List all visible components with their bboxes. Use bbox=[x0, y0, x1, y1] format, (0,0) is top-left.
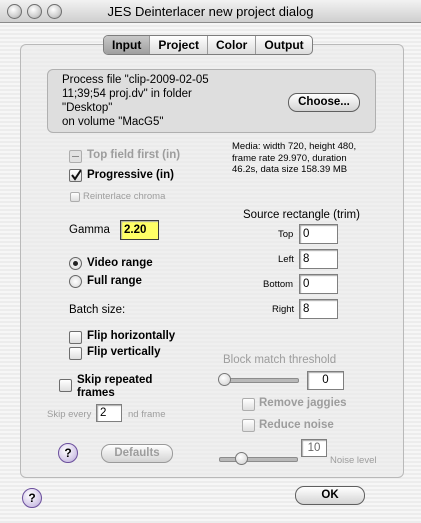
noise-level-label: Noise level bbox=[330, 455, 377, 466]
block-match-label: Block match threshold bbox=[223, 354, 337, 366]
noise-level-field[interactable]: 10 bbox=[301, 439, 327, 457]
video-range-radio[interactable] bbox=[69, 257, 82, 270]
block-match-slider[interactable] bbox=[220, 378, 299, 383]
help-icon[interactable]: ? bbox=[58, 443, 78, 463]
dialog-window: JES Deinterlacer new project dialog Inpu… bbox=[0, 0, 421, 523]
help-icon[interactable]: ? bbox=[22, 488, 42, 508]
skip-repeated-label: Skip repeated frames bbox=[77, 374, 153, 399]
tab-bar: Input Project Color Output bbox=[103, 35, 313, 55]
defaults-button[interactable]: Defaults bbox=[101, 444, 173, 463]
remove-jaggies-label: Remove jaggies bbox=[259, 397, 347, 409]
tab-project[interactable]: Project bbox=[150, 36, 209, 54]
skip-every-field[interactable]: 2 bbox=[96, 404, 122, 422]
skip-every-label: Skip every bbox=[47, 409, 92, 420]
flip-vertical-label: Flip vertically bbox=[87, 346, 161, 358]
tab-color[interactable]: Color bbox=[208, 36, 257, 54]
checkmark-icon bbox=[71, 170, 81, 181]
trim-bottom-label: Bottom bbox=[263, 279, 294, 290]
tab-output[interactable]: Output bbox=[256, 36, 311, 54]
full-range-radio[interactable] bbox=[69, 275, 82, 288]
trim-left-field[interactable]: 8 bbox=[299, 249, 338, 269]
progressive-label: Progressive (in) bbox=[87, 169, 174, 181]
progressive-checkbox[interactable] bbox=[69, 169, 82, 182]
reduce-noise-label: Reduce noise bbox=[259, 419, 334, 431]
top-field-first-checkbox[interactable] bbox=[69, 150, 82, 163]
gamma-label: Gamma bbox=[69, 224, 110, 236]
trim-right-field[interactable]: 8 bbox=[299, 299, 338, 319]
ok-button[interactable]: OK bbox=[295, 486, 365, 505]
block-match-thumb[interactable] bbox=[218, 373, 231, 386]
flip-horizontal-label: Flip horizontally bbox=[87, 330, 176, 342]
flip-vertical-checkbox[interactable] bbox=[69, 347, 82, 360]
trim-bottom-field[interactable]: 0 bbox=[299, 274, 338, 294]
file-description: Process file "clip-2009-02-05 11;39;54 p… bbox=[62, 74, 209, 128]
media-info: Media: width 720, height 480, frame rate… bbox=[232, 141, 357, 175]
title-bar: JES Deinterlacer new project dialog bbox=[0, 0, 421, 23]
noise-level-thumb[interactable] bbox=[235, 452, 248, 465]
source-rect-title: Source rectangle (trim) bbox=[243, 209, 360, 221]
block-match-field[interactable]: 0 bbox=[307, 371, 344, 390]
top-field-first-label: Top field first (in) bbox=[87, 149, 181, 161]
full-range-label: Full range bbox=[87, 275, 142, 287]
trim-right-label: Right bbox=[272, 304, 295, 315]
trim-top-label: Top bbox=[278, 229, 294, 240]
tab-input[interactable]: Input bbox=[104, 36, 151, 54]
reinterlace-label: Reinterlace chroma bbox=[83, 191, 166, 202]
gamma-field[interactable]: 2.20 bbox=[120, 220, 159, 240]
skip-every-suffix: nd frame bbox=[128, 409, 166, 420]
batch-size-label: Batch size: bbox=[69, 304, 126, 316]
video-range-label: Video range bbox=[87, 257, 153, 269]
trim-left-label: Left bbox=[278, 254, 294, 265]
remove-jaggies-checkbox[interactable] bbox=[242, 398, 255, 411]
trim-top-field[interactable]: 0 bbox=[299, 224, 338, 244]
skip-repeated-checkbox[interactable] bbox=[59, 379, 72, 392]
choose-button[interactable]: Choose... bbox=[288, 93, 360, 112]
window-title: JES Deinterlacer new project dialog bbox=[107, 4, 314, 19]
noise-level-slider[interactable] bbox=[219, 457, 298, 462]
reduce-noise-checkbox[interactable] bbox=[242, 419, 255, 432]
flip-horizontal-checkbox[interactable] bbox=[69, 331, 82, 344]
reinterlace-checkbox[interactable] bbox=[70, 192, 80, 202]
